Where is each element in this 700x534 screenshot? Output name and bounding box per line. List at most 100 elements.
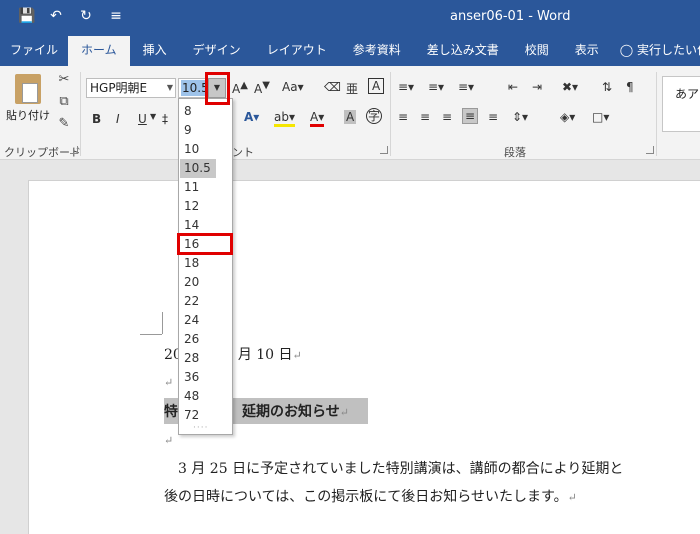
font-size-option[interactable]: 36 xyxy=(180,368,216,387)
align-center-icon[interactable]: ≡ xyxy=(420,110,430,124)
show-hide-marks-icon[interactable]: ¶ xyxy=(626,80,634,94)
font-size-option[interactable]: 48 xyxy=(180,387,216,406)
format-painter-icon[interactable]: ✎ xyxy=(56,116,72,132)
italic-icon[interactable]: I xyxy=(116,112,120,126)
numbering-icon[interactable]: ≡▾ xyxy=(428,80,444,94)
margin-marker xyxy=(162,312,163,334)
paragraph-mark-icon: ↵ xyxy=(292,349,302,362)
align-right-icon[interactable]: ≡ xyxy=(442,110,452,124)
font-color-icon[interactable]: A▾ xyxy=(310,110,325,127)
shrink-font-icon[interactable]: A▼ xyxy=(254,80,270,96)
resize-grip-icon[interactable]: ···· xyxy=(193,423,208,433)
borders-icon[interactable]: □▾ xyxy=(592,110,609,124)
ribbon: 貼り付け ✂ ⧉ ✎ クリップボード HGP明朝E ▼ 10.5 ▼ A▲ A▼… xyxy=(0,66,700,160)
paste-button[interactable]: 貼り付け xyxy=(6,70,50,136)
document-page[interactable] xyxy=(28,180,700,534)
font-size-option[interactable]: 24 xyxy=(180,311,216,330)
increase-indent-icon[interactable]: ⇥ xyxy=(532,80,542,94)
date-suffix: 月 10 日 xyxy=(237,347,293,363)
grow-font-icon[interactable]: A▲ xyxy=(232,80,248,96)
title-bar: 💾 ↶ ↻ ≡ anser06-01 - Word xyxy=(0,0,700,36)
font-size-option[interactable]: 22 xyxy=(180,292,216,311)
cut-icon[interactable]: ✂ xyxy=(56,72,72,88)
style-preview-text: あア xyxy=(675,87,700,101)
tab-insert[interactable]: 挿入 xyxy=(130,36,180,66)
asian-layout-icon[interactable]: ✖▾ xyxy=(562,80,578,94)
font-size-option[interactable]: 28 xyxy=(180,349,216,368)
group-divider xyxy=(80,72,81,156)
redo-icon[interactable]: ↻ xyxy=(78,8,94,24)
tab-home[interactable]: ホーム xyxy=(68,36,130,66)
tab-view[interactable]: 表示 xyxy=(562,36,612,66)
tab-file[interactable]: ファイル xyxy=(0,36,68,66)
align-left-icon[interactable]: ≡ xyxy=(398,110,408,124)
tab-design[interactable]: デザイン xyxy=(180,36,254,66)
strikethrough-icon[interactable]: ‡ xyxy=(162,112,168,126)
paste-icon xyxy=(15,74,41,104)
font-name-combo[interactable]: HGP明朝E ▼ xyxy=(86,78,176,98)
margin-marker xyxy=(140,334,162,335)
dropdown-highlight-box xyxy=(205,72,230,105)
paste-label: 貼り付け xyxy=(6,109,50,122)
heading-prefix: 特 xyxy=(164,404,178,420)
font-size-option[interactable]: 20 xyxy=(180,273,216,292)
distributed-icon[interactable]: ≡ xyxy=(488,110,498,124)
paragraph-mark-icon: ↵ xyxy=(164,376,174,389)
tell-me-label: 実行したい作業 xyxy=(637,43,700,57)
customize-qat-icon[interactable]: ≡ xyxy=(108,8,124,24)
option-highlight-box xyxy=(177,233,233,255)
font-size-option[interactable]: 10 xyxy=(180,140,216,159)
underline-icon[interactable]: U xyxy=(138,112,147,126)
font-size-option[interactable]: 9 xyxy=(180,121,216,140)
lightbulb-icon: ◯ xyxy=(619,43,634,57)
sort-icon[interactable]: ⇅ xyxy=(602,80,612,94)
font-size-option[interactable]: 11 xyxy=(180,178,216,197)
font-size-option-selected[interactable]: 10.5 xyxy=(180,159,216,178)
font-size-option[interactable]: 26 xyxy=(180,330,216,349)
body-line-1[interactable]: 3 月 25 日に予定されていました特別講演は、講師の都合により延期と xyxy=(164,458,623,478)
window-title: anser06-01 - Word xyxy=(450,9,571,24)
undo-icon[interactable]: ↶ xyxy=(48,8,64,24)
clear-formatting-icon[interactable]: ⌫ xyxy=(324,80,341,94)
change-case-icon[interactable]: Aa▾ xyxy=(282,80,304,94)
shading-icon[interactable]: ◈▾ xyxy=(560,110,575,124)
font-launcher-icon[interactable] xyxy=(380,146,388,154)
font-size-dropdown-list: 8 9 10 10.5 11 12 14 16 18 20 22 24 26 2… xyxy=(178,98,233,435)
paragraph-mark-icon: ↵ xyxy=(339,406,349,419)
bullets-icon[interactable]: ≡▾ xyxy=(398,80,414,94)
justify-icon[interactable]: ≡ xyxy=(462,108,479,124)
enclose-characters-icon[interactable]: 字 xyxy=(366,108,382,124)
style-preview[interactable]: あア xyxy=(662,76,700,132)
body-line-2[interactable]: 後の日時については、この掲示板にて後日お知らせいたします。↵ xyxy=(164,486,577,506)
line-spacing-icon[interactable]: ⇕▾ xyxy=(512,110,528,124)
tab-review[interactable]: 校閲 xyxy=(512,36,562,66)
paragraph-mark-icon: ↵ xyxy=(164,434,174,447)
text-effects-icon[interactable]: A▾ xyxy=(244,110,259,124)
tab-layout[interactable]: レイアウト xyxy=(254,36,340,66)
heading-suffix: 延期のお知らせ xyxy=(242,404,340,420)
clipboard-launcher-icon[interactable] xyxy=(70,146,78,154)
group-divider xyxy=(390,72,391,156)
bold-icon[interactable]: B xyxy=(92,112,101,126)
character-border-icon[interactable]: A xyxy=(368,78,385,94)
font-size-option[interactable]: 12 xyxy=(180,197,216,216)
font-size-option[interactable]: 18 xyxy=(180,254,216,273)
paragraph-mark-icon: ↵ xyxy=(567,491,577,504)
font-group-label: ント xyxy=(232,146,254,159)
character-shading-icon[interactable]: A xyxy=(344,110,357,124)
multilevel-list-icon[interactable]: ≡▾ xyxy=(458,80,474,94)
quick-access-toolbar: 💾 ↶ ↻ ≡ xyxy=(18,8,124,24)
highlight-color-icon[interactable]: ab▾ xyxy=(274,110,295,127)
decrease-indent-icon[interactable]: ⇤ xyxy=(508,80,518,94)
save-icon[interactable]: 💾 xyxy=(18,8,35,24)
tab-mailings[interactable]: 差し込み文書 xyxy=(414,36,512,66)
tab-references[interactable]: 参考資料 xyxy=(340,36,414,66)
font-name-value: HGP明朝E xyxy=(90,81,148,95)
copy-icon[interactable]: ⧉ xyxy=(56,94,72,110)
underline-dropdown-icon[interactable]: ▼ xyxy=(150,112,156,121)
paragraph-launcher-icon[interactable] xyxy=(646,146,654,154)
tell-me-box[interactable]: ◯ 実行したい作業 xyxy=(612,36,700,66)
phonetic-guide-icon[interactable]: 亜 xyxy=(346,80,358,97)
font-size-input[interactable]: 10.5 xyxy=(178,78,210,98)
chevron-down-icon: ▼ xyxy=(166,83,173,92)
